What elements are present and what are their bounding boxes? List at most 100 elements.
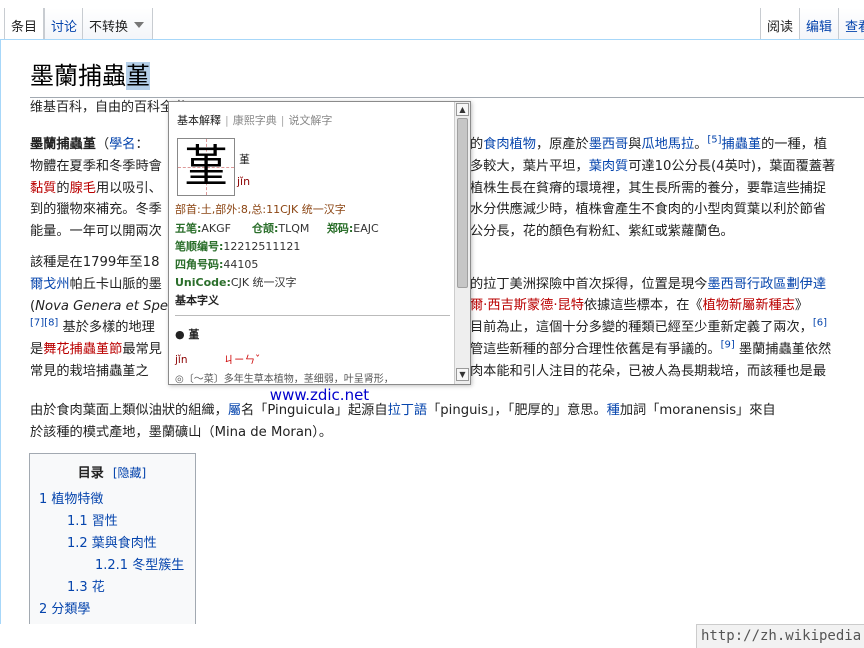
toc-title: 目录 [隐藏]: [77, 466, 147, 481]
wiki-link[interactable]: 腺毛: [70, 181, 96, 196]
wiki-link[interactable]: 拉丁語: [388, 403, 428, 418]
popup-tab-kangxi[interactable]: 康熙字典: [233, 114, 277, 127]
tab-edit[interactable]: 编辑: [799, 8, 840, 40]
text-run: ：: [135, 137, 149, 152]
glyph-small: 堇: [239, 153, 250, 166]
text-run: 墨蘭捕蟲堇: [30, 137, 96, 152]
wiki-link[interactable]: 種: [607, 403, 620, 418]
text-run: 加詞「moranensis」來自: [619, 403, 776, 418]
toc-list: 1 植物特徵 1.1 習性 1.2 葉與食肉性 1.2.1 冬型簇生 1.3 花2 分類…: [39, 489, 195, 621]
wiki-link[interactable]: 舞花捕蟲堇節: [43, 342, 122, 357]
wiki-link[interactable]: 植物新屬新種志: [703, 298, 795, 313]
text-run: 最常見: [122, 342, 162, 358]
variant-dropdown[interactable]: 不转换: [82, 8, 154, 40]
text-run: 可達10公分長(4英吋)，葉面覆蓋著: [628, 158, 836, 174]
text-run: 由於食肉葉面上類似油狀的組織，: [30, 403, 228, 418]
toc-item[interactable]: 1.1 習性: [39, 511, 195, 533]
text-run: 是: [30, 342, 44, 358]
wiki-link[interactable]: 學名: [109, 137, 135, 152]
text-run: 與: [628, 137, 642, 152]
text-line: 公分長，花的顏色有粉紅、紫紅或紫蘿蘭色。: [470, 221, 734, 243]
text-run: 該種是在1799年至18: [30, 255, 160, 270]
tab-history[interactable]: 查看: [838, 8, 864, 40]
text-line: 管這些新種的部分合理性依舊是有爭議的。[9] 墨蘭捕蟲堇依然: [470, 339, 831, 361]
tab-bar: 条目 讨论 不转换 阅读 编辑 查看: [0, 0, 864, 40]
wiki-link[interactable]: 屬: [228, 403, 241, 418]
four-corner-code: 四角号码:44105: [175, 258, 259, 271]
radical-info: 部首:土,部外:8,总:11CJK 统一汉字: [175, 203, 346, 216]
popup-scrollbar[interactable]: ▲ ▼: [454, 102, 470, 384]
page-title: 墨蘭捕蟲堇: [30, 56, 864, 98]
text-run: （: [95, 137, 110, 152]
text-run: 肉本能和引人注目的花朵，已被人為長期栽培，而該種也是最: [470, 363, 827, 379]
basic-meaning-label: 基本字义: [175, 294, 219, 307]
dictionary-popup: 基本解釋 | 康熙字典 | 说文解字 堇 堇 jǐn 部首:土,部外:8,总:11CJK…: [168, 101, 471, 385]
text-run: 公分長，花的顏色有粉紅、紫紅或紫蘿蘭色。: [470, 224, 734, 240]
divider: [175, 315, 450, 316]
site-tagline: 维基百科，自由的百科全书: [30, 100, 187, 115]
text-run: 墨蘭捕蟲堇依然: [734, 341, 832, 357]
text-line: 水分供應減少時，植株會產生不食肉的小型肉質葉以利於節省: [470, 199, 826, 221]
text-run: 常見的栽培捕蟲堇之: [30, 363, 149, 379]
text-run: 的拉丁美洲探險中首次採得，位置是現今: [470, 276, 708, 292]
toc-item[interactable]: 1.2 葉與食肉性: [39, 533, 195, 555]
toc-item[interactable]: 1.3 花: [39, 577, 195, 599]
text-run: 的一種，植: [761, 137, 828, 152]
wiki-link[interactable]: 捕蟲堇: [722, 137, 762, 152]
wiki-link[interactable]: 食肉植物: [483, 137, 536, 152]
chevron-down-icon: [134, 22, 145, 28]
wiki-link[interactable]: 墨西哥: [589, 137, 629, 152]
text-run: 》: [794, 298, 809, 314]
text-run: 能量。一年可以開兩次: [30, 224, 162, 240]
wiki-link[interactable]: 瓜地馬拉: [641, 137, 694, 152]
definition-pronunciation: jǐn ㄐㄧㄣˇ: [175, 354, 261, 366]
wiki-link[interactable]: [9]: [721, 340, 735, 351]
text-run: 依據這些標本，在《: [583, 298, 703, 314]
popup-tab-shuowen[interactable]: 说文解字: [288, 114, 332, 127]
toc-item[interactable]: 1 植物特徵: [39, 489, 195, 511]
wiki-link[interactable]: [6]: [813, 318, 827, 329]
scroll-down-icon[interactable]: ▼: [456, 368, 469, 381]
tab-article[interactable]: 条目: [4, 8, 45, 40]
dictionary-source-link[interactable]: www.zdic.net: [168, 386, 471, 404]
popup-tab-basic[interactable]: 基本解釋: [177, 114, 221, 127]
text-line: 目前為止，這個十分多變的種類已經至少重新定義了兩次，[6]: [470, 317, 827, 339]
wiki-link[interactable]: 墨西哥行政區劃伊達: [707, 277, 826, 292]
toc-item[interactable]: 1.2.1 冬型簇生: [39, 555, 195, 577]
wiki-link[interactable]: [5]: [707, 135, 721, 146]
tab-read[interactable]: 阅读: [760, 8, 801, 40]
text-run: 帕丘卡山脈的墨: [69, 276, 162, 292]
wiki-link[interactable]: 爾·西吉斯蒙德·昆特: [470, 298, 584, 313]
text-line: 的食肉植物，原產於墨西哥與瓜地馬拉。[5]捕蟲堇的一種，植: [470, 134, 827, 156]
text-run: 的: [470, 137, 484, 152]
text-line: 肉本能和引人注目的花朵，已被人為長期栽培，而該種也是最: [470, 361, 826, 383]
text-run: 基於多樣的地理: [58, 320, 155, 336]
status-bar-url: http://zh.wikipedia.org: [696, 624, 864, 648]
glyph-pinyin: jǐn: [237, 175, 251, 188]
text-run: 目前為止，這個十分多變的種類已經至少重新定義了兩次，: [470, 320, 813, 336]
text-run: 用以吸引、: [95, 180, 162, 196]
wiki-link[interactable]: [7][8]: [30, 318, 58, 329]
text-run: 的: [56, 180, 70, 196]
text-run: 植株生長在貧瘠的環境裡，其生長所需的養分，要靠這些捕捉: [470, 180, 827, 196]
input-codes: 五笔:AKGF 仓颉:TLQM 郑码:EAJC: [175, 222, 379, 235]
definition-text: ◎〔～菜〕多年生草本植物，茎细弱，叶呈肾形，: [175, 374, 394, 385]
toc-item[interactable]: 2 分類學: [39, 599, 195, 621]
popup-tabs: 基本解釋 | 康熙字典 | 说文解字: [177, 114, 333, 127]
glyph-box: 堇: [177, 138, 235, 196]
wiki-link[interactable]: 爾戈州: [30, 277, 70, 292]
wiki-link[interactable]: 葉肉質: [589, 159, 629, 174]
table-of-contents: 目录 [隐藏] 1 植物特徵 1.1 習性 1.2 葉與食肉性 1.2.1 冬型簇生 1…: [29, 453, 196, 624]
scroll-thumb[interactable]: [457, 118, 468, 288]
text-run: 。: [694, 137, 708, 152]
toc-toggle[interactable]: [隐藏]: [113, 466, 146, 480]
wiki-link[interactable]: 黏質: [30, 181, 56, 196]
tab-talk[interactable]: 讨论: [44, 8, 85, 40]
scroll-up-icon[interactable]: ▲: [456, 103, 469, 116]
selected-text[interactable]: 堇: [126, 62, 150, 90]
text-run: Nova Genera et Spec: [35, 298, 176, 314]
text-run: 於該種的模式產地，墨蘭礦山（Mina de Moran）。: [30, 424, 333, 440]
text-line: 於該種的模式產地，墨蘭礦山（Mina de Moran）。: [30, 422, 864, 444]
text-run: 名「Pinguicula」起源自: [241, 403, 388, 418]
stroke-order: 笔顺编号:12212511121: [175, 240, 301, 253]
